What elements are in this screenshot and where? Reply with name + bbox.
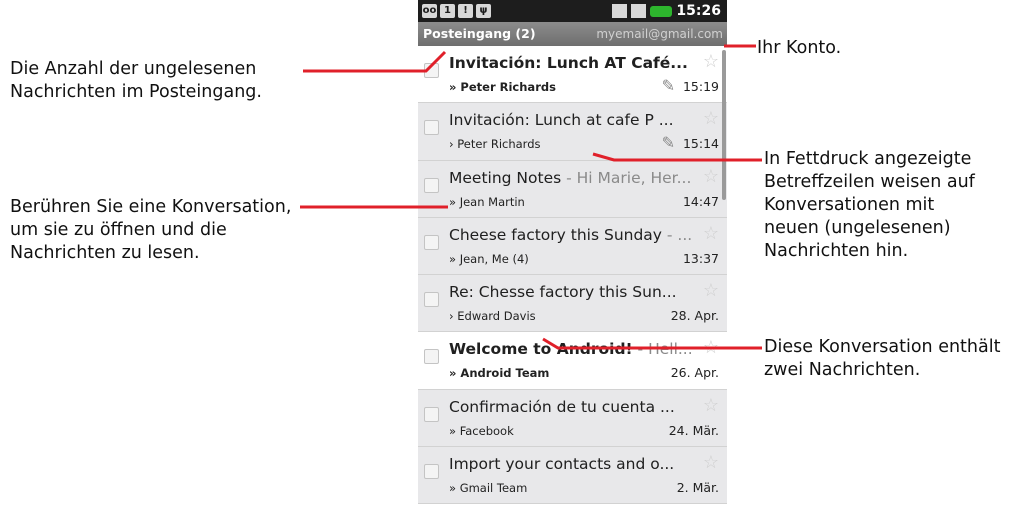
- leader-two-messages: [542, 337, 762, 350]
- leader-bold-subjects: [592, 152, 762, 162]
- leader-unread-count: [303, 50, 447, 73]
- callout-leaders: [300, 44, 762, 350]
